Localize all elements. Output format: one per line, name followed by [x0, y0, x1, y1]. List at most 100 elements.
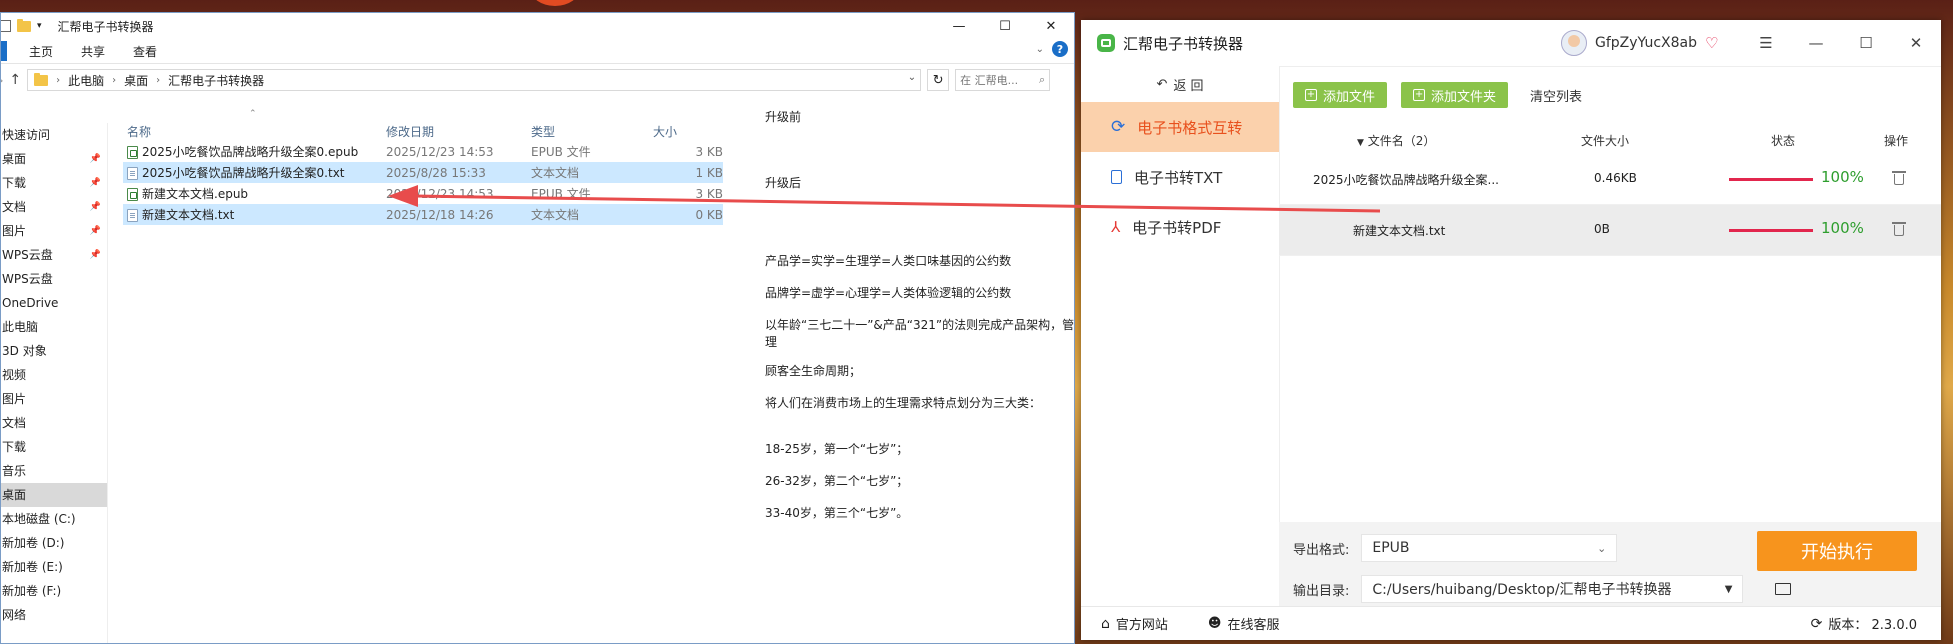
maximize-icon[interactable]: ☐ [982, 13, 1028, 39]
plus-icon: + [1413, 89, 1426, 101]
back-arrow-icon[interactable]: › [1, 74, 3, 87]
dropdown-arrow-icon[interactable]: ▾ [37, 21, 42, 31]
breadcrumb-folder[interactable]: 汇帮电子书转换器 [168, 72, 264, 89]
file-tab[interactable] [1, 41, 7, 61]
avatar[interactable] [1561, 30, 1587, 56]
tab-home[interactable]: 主页 [15, 43, 67, 60]
nav-item[interactable]: OneDrive [1, 291, 107, 315]
output-dir-select[interactable]: C:/Users/huibang/Desktop/汇帮电子书转换器 ▼ [1361, 575, 1744, 603]
tab-view[interactable]: 查看 [119, 43, 171, 60]
file-name: 新建文本文档.epub [142, 187, 249, 201]
preview-line: 33-40岁，第三个“七岁”。 [765, 506, 909, 520]
trash-icon[interactable] [1892, 171, 1906, 185]
column-size[interactable]: 大小 [653, 123, 677, 140]
column-status: 状态 [1771, 134, 1796, 148]
nav-item[interactable]: 新加卷 (D:) [1, 531, 107, 555]
nav-item[interactable]: 新加卷 (E:) [1, 555, 107, 579]
nav-item[interactable]: 图片 📌 [1, 219, 107, 243]
sidebar-item-label: 电子书转TXT [1134, 168, 1223, 187]
chevron-right-icon[interactable]: › [56, 75, 60, 86]
nav-item[interactable]: WPS云盘 [1, 267, 107, 291]
file-row[interactable]: 2025小吃餐饮品牌战略升级全案0.epub 2025/12/23 14:53 EP… [123, 141, 723, 162]
close-icon[interactable]: ✕ [1891, 20, 1941, 66]
folder-icon [34, 72, 49, 86]
open-folder-icon[interactable] [1775, 583, 1791, 595]
up-arrow-icon[interactable]: ↑ [9, 72, 21, 88]
sort-down-icon: ▼ [1357, 138, 1364, 148]
nav-item[interactable]: 快速访问 [1, 123, 107, 147]
nav-item-label: 本地磁盘 (C:) [2, 512, 76, 526]
minimize-icon[interactable]: — [936, 13, 982, 39]
nav-item[interactable]: 文档 [1, 411, 107, 435]
nav-item[interactable]: 视频 [1, 363, 107, 387]
version-info[interactable]: ⟳ 版本： 2.3.0.0 [1811, 614, 1917, 634]
menu-icon[interactable]: ☰ [1741, 20, 1791, 66]
file-row[interactable]: 新建文本文档.txt 2025/12/18 14:26 文本文档 0 KB [123, 204, 723, 225]
back-button[interactable]: ↶ 返 回 [1081, 66, 1279, 102]
column-date[interactable]: 修改日期 [386, 123, 434, 140]
add-file-button[interactable]: + 添加文件 [1293, 82, 1388, 108]
close-icon[interactable]: ✕ [1028, 13, 1074, 39]
nav-item[interactable]: 网络 [1, 603, 107, 627]
sidebar-item-to-pdf[interactable]: ⅄ 电子书转PDF [1081, 202, 1279, 252]
breadcrumb-desktop[interactable]: 桌面 [124, 72, 148, 89]
file-row[interactable]: 2025小吃餐饮品牌战略升级全案0.txt 2025/8/28 15:33 文本文档… [123, 162, 723, 183]
sidebar-item-format-convert[interactable]: ⟳ 电子书格式互转 [1081, 102, 1279, 152]
file-name: 新建文本文档.txt [142, 208, 235, 222]
file-date: 2025/8/28 15:33 [386, 165, 486, 180]
column-type[interactable]: 类型 [531, 123, 555, 140]
nav-item-label: 下载 [2, 440, 27, 454]
help-icon[interactable]: ? [1052, 41, 1068, 57]
chevron-right-icon[interactable]: › [112, 75, 116, 86]
tab-share[interactable]: 共享 [67, 43, 119, 60]
search-input[interactable]: 在 汇帮电... ⌕ [955, 69, 1051, 91]
maximize-icon[interactable]: ☐ [1841, 20, 1891, 66]
nav-item[interactable]: 桌面 [1, 483, 107, 507]
nav-item[interactable]: 此电脑 [1, 315, 107, 339]
breadcrumb-this-pc[interactable]: 此电脑 [68, 72, 104, 89]
username[interactable]: GfpZyYucX8ab [1595, 35, 1697, 51]
quick-access-checkbox-icon[interactable] [1, 20, 11, 32]
refresh-icon[interactable]: ↻ [927, 69, 950, 91]
customer-service-link[interactable]: ☻ 在线客服 [1208, 614, 1280, 633]
user-info[interactable]: GfpZyYucX8ab ♡ [1561, 30, 1718, 56]
nav-item[interactable]: WPS云盘 📌 [1, 243, 107, 267]
sidebar-item-to-txt[interactable]: 电子书转TXT [1081, 152, 1279, 202]
file-name: 2025小吃餐饮品牌战略升级全案0.epub [142, 145, 359, 159]
nav-item-label: 桌面 [2, 152, 27, 166]
column-name[interactable]: 名称 [127, 123, 151, 140]
sidebar-item-label: 电子书转PDF [1132, 218, 1222, 237]
nav-item[interactable]: 新加卷 (F:) [1, 579, 107, 603]
trash-icon[interactable] [1892, 222, 1906, 236]
nav-item[interactable]: 下载 📌 [1, 171, 107, 195]
export-format-select[interactable]: EPUB ⌄ [1361, 534, 1618, 562]
vip-heart-icon[interactable]: ♡ [1705, 34, 1718, 52]
table-row[interactable]: 新建文本文档.txt 0B 100% [1279, 205, 1941, 256]
file-row[interactable]: 新建文本文档.epub 2025/12/23 14:53 EPUB 文件 3 KB [123, 183, 723, 204]
column-filename[interactable]: ▼ 文件名（2） [1357, 132, 1435, 149]
address-bar[interactable]: › 此电脑 › 桌面 › 汇帮电子书转换器 ⌄ [27, 69, 922, 91]
nav-item[interactable]: 图片 [1, 387, 107, 411]
nav-item[interactable]: 本地磁盘 (C:) [1, 507, 107, 531]
minimize-icon[interactable]: — [1791, 20, 1841, 66]
table-row[interactable]: 2025小吃餐饮品牌战略升级全案... 0.46KB 100% [1279, 154, 1941, 205]
nav-item[interactable]: 3D 对象 [1, 339, 107, 363]
chevron-right-icon[interactable]: › [156, 75, 160, 86]
nav-item-label: 新加卷 (D:) [2, 536, 65, 550]
nav-item[interactable]: 文档 📌 [1, 195, 107, 219]
nav-item[interactable]: 下载 [1, 435, 107, 459]
website-link[interactable]: ⌂ 官方网站 [1101, 614, 1168, 634]
nav-item-label: 图片 [2, 392, 27, 406]
clear-list-button[interactable]: 清空列表 [1530, 86, 1582, 105]
export-format-row: 导出格式: EPUB ⌄ [1293, 534, 1618, 562]
expand-ribbon-icon[interactable]: ⌄ [1036, 44, 1044, 55]
preview-line: 升级前 [765, 110, 802, 124]
nav-item[interactable]: 桌面 📌 [1, 147, 107, 171]
nav-item[interactable]: 音乐 [1, 459, 107, 483]
address-dropdown-icon[interactable]: ⌄ [908, 72, 916, 83]
app-footer: ⌂ 官方网站 ☻ 在线客服 ⟳ 版本： 2.3.0.0 [1081, 606, 1941, 640]
nav-item-label: 新加卷 (E:) [2, 560, 63, 574]
preview-line: 18-25岁，第一个“七岁”； [765, 442, 909, 456]
add-folder-button[interactable]: + 添加文件夹 [1401, 82, 1509, 108]
start-button[interactable]: 开始执行 [1757, 531, 1917, 571]
